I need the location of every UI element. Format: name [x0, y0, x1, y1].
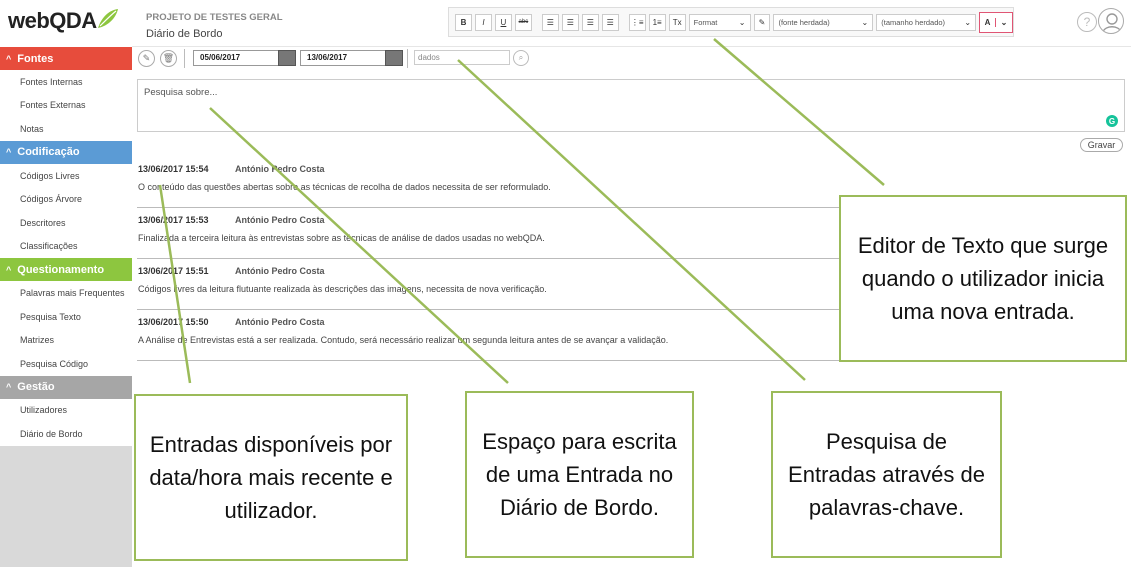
strikethrough-button[interactable]: abc [514, 13, 532, 31]
clear-format-icon[interactable]: Tx [668, 13, 686, 31]
sidebar-item[interactable]: Notas [0, 117, 132, 141]
sidebar-item[interactable]: Utilizadores [0, 398, 132, 423]
entry-text: Códigos livres da leitura flutuante real… [138, 284, 547, 294]
callout-writing-text: Espaço para escrita de uma Entrada no Di… [482, 429, 677, 520]
align-center-icon[interactable]: ☰ [561, 13, 579, 31]
format-select[interactable]: Format ⌄ [688, 13, 751, 31]
sidebar-section-fontes[interactable]: ^ Fontes [0, 47, 132, 70]
sidebar-filler [0, 445, 132, 567]
project-title: PROJETO DE TESTES GERAL [146, 12, 283, 23]
edit-icon[interactable]: ✎ [138, 50, 155, 67]
callout-entries: Entradas disponíveis por data/hora mais … [134, 394, 408, 561]
format-label: Format [693, 17, 718, 27]
user-avatar-icon[interactable] [1098, 8, 1124, 34]
entry-text: O conteúdo das questões abertas sobre as… [138, 182, 551, 192]
sidebar-item[interactable]: Fontes Internas [0, 70, 132, 94]
logo-area: webQDA [0, 0, 132, 47]
entry-text: Finalizada a terceira leitura às entrevi… [138, 233, 545, 243]
chevron-up-icon: ^ [6, 264, 12, 275]
calendar-icon[interactable] [278, 50, 296, 66]
chevron-up-icon: ^ [6, 147, 12, 158]
save-button[interactable]: Gravar [1080, 138, 1123, 152]
chevron-down-icon: ⌄ [964, 17, 972, 27]
header: PROJETO DE TESTES GERAL Diário de Bordo … [132, 0, 1131, 47]
sidebar-item[interactable]: Palavras mais Frequentes [0, 281, 132, 305]
callout-search: Pesquisa de Entradas através de palavras… [771, 391, 1002, 558]
callout-entries-text: Entradas disponíveis por data/hora mais … [149, 432, 393, 523]
align-justify-icon[interactable]: ☰ [601, 13, 619, 31]
bullet-list-icon[interactable]: ⋮≡ [628, 13, 646, 31]
text-color-letter: A [980, 17, 997, 27]
grammarly-icon[interactable]: G [1106, 115, 1118, 127]
sidebar-section-title: Fontes [17, 52, 54, 65]
size-label: (tamanho herdado) [881, 17, 946, 27]
search-input[interactable]: dados [414, 50, 510, 65]
entry-user: António Pedro Costa [235, 317, 325, 327]
entry-datetime: 13/06/2017 15:50 [138, 317, 209, 327]
filter-row: ✎ 🗑 05/06/2017 13/06/2017 dados ⌕ [132, 47, 1131, 71]
font-label: (fonte herdada) [778, 17, 830, 27]
entry-textarea[interactable]: Pesquisa sobre... G [137, 79, 1125, 132]
calendar-icon[interactable] [385, 50, 403, 66]
sidebar-item[interactable]: Diário de Bordo [0, 422, 132, 446]
entry-placeholder: Pesquisa sobre... [144, 87, 218, 98]
sidebar-item[interactable]: Códigos Livres [0, 163, 132, 188]
sidebar-section-title: Gestão [17, 381, 55, 394]
align-right-icon[interactable]: ☰ [581, 13, 599, 31]
sidebar-item[interactable]: Fontes Externas [0, 93, 132, 118]
entry-text: A Análise de Entrevistas está a ser real… [138, 335, 669, 345]
align-left-icon[interactable]: ☰ [541, 13, 559, 31]
sidebar-section-codificacao[interactable]: ^ Codificação [0, 140, 132, 164]
callout-search-text: Pesquisa de Entradas através de palavras… [788, 429, 985, 520]
date-to-field[interactable]: 13/06/2017 [300, 50, 386, 66]
callout-editor-text: Editor de Texto que surge quando o utili… [857, 233, 1109, 324]
divider [407, 49, 408, 68]
sidebar-section-title: Questionamento [17, 263, 105, 276]
text-editor-toolbar: B I U abc ☰ ☰ ☰ ☰ ⋮≡ 1≡ Tx Format ⌄ ✎ (fo… [448, 7, 1014, 37]
sidebar-item[interactable]: Códigos Árvore [0, 187, 132, 211]
chevron-down-icon: ⌄ [861, 17, 869, 27]
divider [184, 49, 185, 68]
sidebar-section-gestao[interactable]: ^ Gestão [0, 375, 132, 399]
help-icon[interactable]: ? [1077, 12, 1097, 32]
logo-qda: QDA [49, 8, 97, 33]
sidebar-item[interactable]: Classificações [0, 234, 132, 259]
logo-web: web [8, 8, 50, 33]
entry-user: António Pedro Costa [235, 266, 325, 276]
sidebar-item[interactable]: Descritores [0, 210, 132, 235]
entry-datetime: 13/06/2017 15:54 [138, 164, 209, 174]
search-icon[interactable]: ⌕ [513, 50, 529, 66]
delete-icon[interactable]: 🗑 [160, 50, 177, 67]
entry-user: António Pedro Costa [235, 164, 325, 174]
entry-datetime: 13/06/2017 15:51 [138, 266, 209, 276]
sidebar-section-title: Codificação [17, 146, 80, 159]
entry-user: António Pedro Costa [235, 215, 325, 225]
webqda-logo[interactable]: webQDA [8, 8, 97, 34]
chevron-up-icon: ^ [6, 382, 12, 393]
font-select[interactable]: (fonte herdada) ⌄ [773, 13, 874, 31]
numbered-list-icon[interactable]: 1≡ [648, 13, 666, 31]
chevron-up-icon: ^ [6, 53, 12, 64]
date-from-field[interactable]: 05/06/2017 [193, 50, 279, 66]
callout-editor: Editor de Texto que surge quando o utili… [839, 195, 1127, 362]
leaf-icon [98, 9, 118, 28]
entry-datetime: 13/06/2017 15:53 [138, 215, 209, 225]
sidebar: webQDA ^ Fontes Fontes Internas Fontes Exte… [0, 0, 132, 567]
sidebar-item[interactable]: Matrizes [0, 328, 132, 352]
sidebar-item[interactable]: Pesquisa Texto [0, 304, 132, 329]
chevron-down-icon: ⌄ [1000, 17, 1008, 27]
text-color-button[interactable]: A ⌄ [979, 11, 1014, 33]
chevron-down-icon: ⌄ [738, 17, 746, 27]
italic-button[interactable]: I [474, 13, 492, 31]
sidebar-menu: ^ Fontes Fontes Internas Fontes Externas Not… [0, 47, 132, 446]
eraser-icon[interactable]: ✎ [753, 13, 771, 31]
size-select[interactable]: (tamanho herdado) ⌄ [876, 13, 977, 31]
page-title: Diário de Bordo [146, 28, 223, 40]
bold-button[interactable]: B [455, 13, 472, 31]
sidebar-section-questionamento[interactable]: ^ Questionamento [0, 258, 132, 282]
sidebar-item[interactable]: Pesquisa Código [0, 351, 132, 376]
underline-button[interactable]: U [494, 13, 512, 31]
callout-writing: Espaço para escrita de uma Entrada no Di… [465, 391, 694, 558]
